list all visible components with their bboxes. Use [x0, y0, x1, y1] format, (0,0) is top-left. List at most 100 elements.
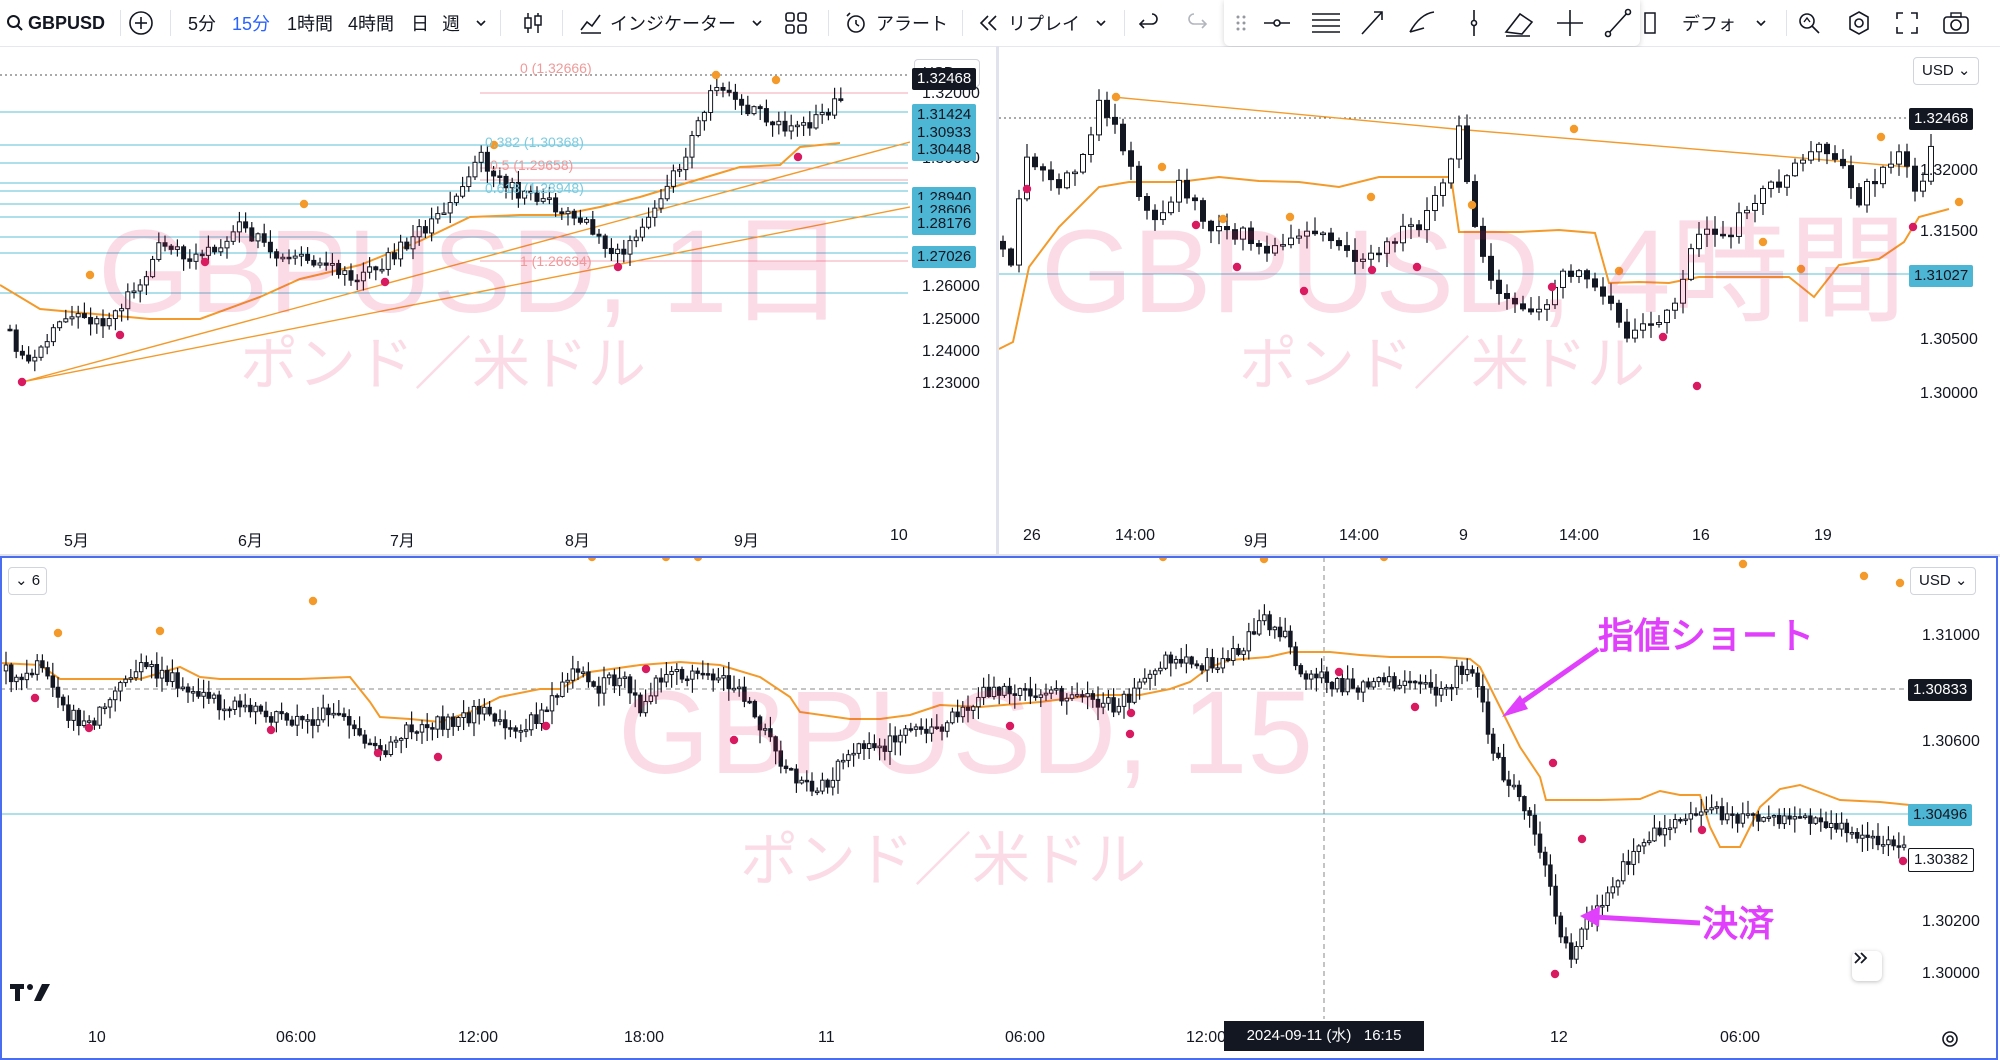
- m15-candle-body: [560, 681, 565, 697]
- timeframe-4h[interactable]: 4時間: [348, 0, 394, 46]
- m15-candle-body: [1334, 678, 1340, 690]
- m15-candle-body: [107, 699, 113, 708]
- h4-candle-body: [1312, 230, 1318, 235]
- daily-candle-body: [670, 170, 676, 187]
- replay-button[interactable]: リプレイ: [978, 0, 1108, 46]
- m15-candle-body: [747, 700, 752, 704]
- h4-candle-body: [1224, 226, 1230, 231]
- scroll-to-realtime-button[interactable]: [1852, 951, 1882, 981]
- crosshair-icon[interactable]: [1557, 10, 1583, 36]
- arrow-icon[interactable]: [1361, 11, 1383, 35]
- m15-candle-body: [799, 779, 804, 784]
- timeframe-day[interactable]: 日: [411, 0, 429, 46]
- layout-button[interactable]: [784, 0, 808, 46]
- m15-candle-body: [1704, 809, 1709, 813]
- h4-currency-label: USD: [1922, 62, 1954, 79]
- compare-button[interactable]: [128, 0, 154, 46]
- h4-candle-body: [1192, 197, 1198, 202]
- m15-candle-body: [991, 686, 997, 698]
- daily-pivot-low: [17, 377, 27, 387]
- daily-candle-body: [497, 175, 503, 178]
- snapshot-button[interactable]: [1942, 0, 1970, 46]
- quick-search-button[interactable]: [1796, 0, 1822, 46]
- daily-chart-pane[interactable]: GBPUSD, 1日 ポンド／米ドル USD ⌄ 0 (1.32666)0.38…: [0, 47, 996, 554]
- daily-candle-body: [633, 236, 639, 242]
- daily-price-axis-label: 1.25000: [922, 311, 980, 328]
- m15-candle-body: [1834, 822, 1839, 830]
- m15-candle-body: [1272, 626, 1278, 631]
- daily-candle-body: [435, 213, 441, 220]
- undo-button[interactable]: [1138, 0, 1160, 46]
- h4-candle-body: [1856, 187, 1862, 206]
- m15-time-axis-label: 12:00: [1186, 1029, 1227, 1046]
- h4-candle-body: [1120, 123, 1126, 152]
- daily-pivot-high: [85, 270, 95, 280]
- m15-pivot-high: [1259, 557, 1269, 564]
- redo-button[interactable]: [1186, 0, 1208, 46]
- m15-candle-body: [492, 713, 498, 722]
- drag-handle-icon[interactable]: [1236, 15, 1246, 31]
- vertical-line-icon[interactable]: [1470, 10, 1478, 36]
- m15-candle-body: [1444, 686, 1449, 690]
- symbol-search[interactable]: GBPUSD: [6, 0, 105, 46]
- plus-circle-icon: [129, 11, 153, 35]
- h4-currency-button[interactable]: USD ⌄: [1913, 57, 1980, 85]
- indicators-button[interactable]: インジケーター: [578, 0, 764, 46]
- m15-candle-body: [1340, 678, 1345, 693]
- m15-candle-body: [1542, 851, 1548, 866]
- m15-candle-body: [1423, 682, 1428, 685]
- h4-candle-body: [1064, 172, 1070, 189]
- daily-candle-body: [398, 241, 404, 260]
- m15-candle-body: [939, 726, 945, 732]
- fib-retracement-icon[interactable]: [1312, 13, 1340, 33]
- h4-candle-body: [1360, 258, 1366, 262]
- timeframe-15m[interactable]: 15分: [232, 0, 270, 46]
- chart-type-button[interactable]: [520, 0, 546, 46]
- m15-candle-body: [97, 706, 102, 726]
- m15-candle-body: [549, 695, 555, 712]
- m15-candle-body: [1464, 669, 1470, 675]
- interval-badge[interactable]: ⌄ 6: [8, 567, 48, 595]
- h4-time-axis-label: 9月: [1244, 533, 1269, 550]
- m15-candle-body: [1854, 832, 1860, 839]
- daily-chart-svg[interactable]: [0, 47, 996, 554]
- ruler-icon[interactable]: [1644, 0, 1656, 46]
- horizontal-ray-icon[interactable]: [1264, 19, 1290, 27]
- m15-candle-body: [944, 722, 950, 732]
- h4-candle-body: [1128, 150, 1134, 167]
- m15-time-axis-label: 18:00: [624, 1029, 665, 1046]
- m15-candle-body: [726, 675, 732, 690]
- m15-chart-pane[interactable]: GBPUSD, 15 ポンド／米ドル USD ⌄ ⌄ 6 指値ショート 決済 1…: [0, 557, 2000, 1059]
- timeframe-5m[interactable]: 5分: [188, 0, 216, 46]
- fullscreen-button[interactable]: [1895, 0, 1919, 46]
- settings-button[interactable]: [1846, 0, 1872, 46]
- trend-line-icon[interactable]: [1604, 8, 1632, 38]
- m15-candle-body: [918, 726, 924, 730]
- m15-candle-body: [1506, 779, 1512, 786]
- template-button[interactable]: デフォ: [1682, 0, 1768, 46]
- m15-candle-body: [1329, 681, 1335, 690]
- brush-icon[interactable]: [1409, 11, 1435, 33]
- daily-candle-body: [838, 98, 844, 101]
- daily-candle-body: [119, 308, 125, 312]
- h4-candle-body: [1592, 278, 1598, 288]
- h4-chart-svg[interactable]: [999, 47, 2000, 554]
- alert-button[interactable]: アラート: [844, 0, 948, 46]
- eraser-icon[interactable]: [1504, 12, 1534, 37]
- h4-candle-body: [1912, 165, 1918, 192]
- h4-price-tag: 1.32468: [1909, 108, 1974, 130]
- double-chevron-right-icon: [1854, 952, 1868, 964]
- m15-price-tag: 1.30382: [1908, 848, 1975, 872]
- daily-time-axis-label: 10: [890, 527, 908, 544]
- timeframe-week[interactable]: 週: [442, 0, 460, 46]
- m15-currency-button[interactable]: USD ⌄: [1910, 567, 1977, 595]
- h4-chart-pane[interactable]: GBPUSD, 4時間 ポンド／米ドル USD ⌄ 1.32000 1.31500…: [999, 47, 2000, 554]
- m15-candle-body: [1797, 816, 1803, 819]
- m15-candle-body: [1048, 689, 1054, 694]
- m15-candle-body: [1724, 813, 1730, 821]
- indicators-icon: [580, 14, 601, 34]
- m15-candle-body: [253, 705, 258, 713]
- timeframe-dropdown[interactable]: [474, 0, 488, 46]
- m15-candle-body: [1319, 671, 1324, 679]
- timeframe-1h[interactable]: 1時間: [287, 0, 333, 46]
